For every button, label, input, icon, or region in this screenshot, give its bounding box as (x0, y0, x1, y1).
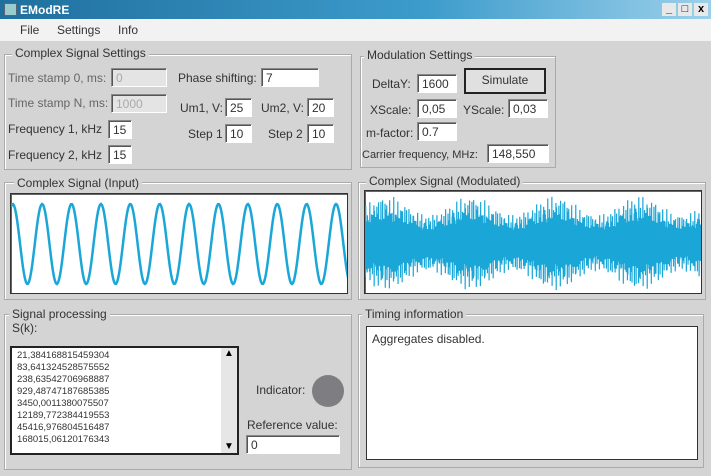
sk-label: S(k): (12, 321, 38, 335)
processing-title: Signal processing (9, 307, 110, 321)
phase-label: Phase shifting: (178, 71, 257, 85)
xscale-label: XScale: (370, 103, 412, 117)
input-signal-line (11, 202, 347, 286)
sk-list-item[interactable]: 12189,772384419553 (17, 410, 232, 422)
list-scrollbar[interactable]: ▲ ▼ (221, 348, 237, 453)
m-factor-label: m-factor: (366, 126, 414, 140)
timing-text: Aggregates disabled. (372, 332, 485, 346)
modulated-chart-title: Complex Signal (Modulated) (366, 174, 524, 188)
sk-list-item[interactable]: 168015,06120176343 (17, 434, 232, 446)
close-button[interactable]: x (694, 3, 708, 16)
um1-label: Um1, V: (180, 101, 223, 115)
f1-input[interactable]: 15 (108, 120, 132, 139)
ts0-label: Time stamp 0, ms: (8, 71, 107, 85)
menu-file[interactable]: File (20, 23, 39, 37)
window-title: EModRE (20, 3, 70, 17)
deltay-input[interactable]: 1600 (417, 74, 457, 93)
sk-list[interactable]: 21,384168815459304 83,641324528575552 238,… (10, 346, 239, 455)
maximize-button[interactable]: □ (678, 3, 692, 16)
simulate-button[interactable]: Simulate (464, 68, 546, 94)
f2-input[interactable]: 15 (108, 145, 132, 164)
f1-label: Frequency 1, kHz (8, 122, 103, 136)
xscale-input[interactable]: 0,05 (417, 99, 457, 118)
carrier-input[interactable]: 148,550 (487, 144, 549, 163)
sk-list-item[interactable]: 83,641324528575552 (17, 362, 232, 374)
um1-input[interactable]: 25 (225, 98, 252, 117)
sk-list-item[interactable]: 3450,0011380075507 (17, 398, 232, 410)
timing-title: Timing information (362, 307, 467, 321)
carrier-label: Carrier frequency, MHz: (362, 149, 478, 161)
modulation-title: Modulation Settings (364, 48, 476, 62)
modulated-chart (364, 190, 702, 294)
step1-label: Step 1 (188, 127, 223, 141)
reference-label: Reference value: (247, 418, 338, 432)
yscale-label: YScale: (463, 103, 505, 117)
menu-info[interactable]: Info (118, 23, 138, 37)
tsn-input[interactable]: 1000 (111, 94, 167, 113)
step2-label: Step 2 (268, 127, 303, 141)
reference-input[interactable]: 0 (246, 435, 340, 454)
ts0-input[interactable]: 0 (111, 68, 167, 87)
input-chart (10, 193, 348, 294)
modulated-signal-line (365, 196, 701, 291)
m-factor-input[interactable]: 0.7 (417, 122, 457, 141)
app-icon (4, 3, 17, 16)
sk-list-item[interactable]: 929,48747187685385 (17, 386, 232, 398)
f2-label: Frequency 2, kHz (8, 148, 103, 162)
menu-bar: File Settings Info (0, 19, 711, 41)
complex-settings-title: Complex Signal Settings (12, 46, 149, 60)
tsn-label: Time stamp N, ms: (8, 96, 109, 110)
um2-label: Um2, V: (261, 101, 304, 115)
input-chart-title: Complex Signal (Input) (14, 176, 143, 190)
title-bar: EModRE _ □ x (0, 0, 711, 19)
scroll-down-button[interactable]: ▼ (221, 441, 237, 453)
step2-input[interactable]: 10 (307, 124, 334, 143)
menu-settings[interactable]: Settings (57, 23, 100, 37)
phase-input[interactable]: 7 (261, 68, 319, 87)
scroll-up-button[interactable]: ▲ (221, 348, 237, 360)
yscale-input[interactable]: 0,03 (508, 99, 548, 118)
minimize-button[interactable]: _ (662, 3, 676, 16)
timing-textbox[interactable]: Aggregates disabled. (366, 326, 698, 460)
um2-input[interactable]: 20 (307, 98, 334, 117)
sk-list-item[interactable]: 45416,976804516487 (17, 422, 232, 434)
step1-input[interactable]: 10 (225, 124, 252, 143)
indicator-label: Indicator: (256, 383, 306, 397)
indicator-light (312, 375, 344, 407)
deltay-label: DeltaY: (372, 77, 411, 91)
sk-list-item[interactable]: 238,63542706968887 (17, 374, 232, 386)
sk-list-item[interactable]: 21,384168815459304 (17, 350, 232, 362)
